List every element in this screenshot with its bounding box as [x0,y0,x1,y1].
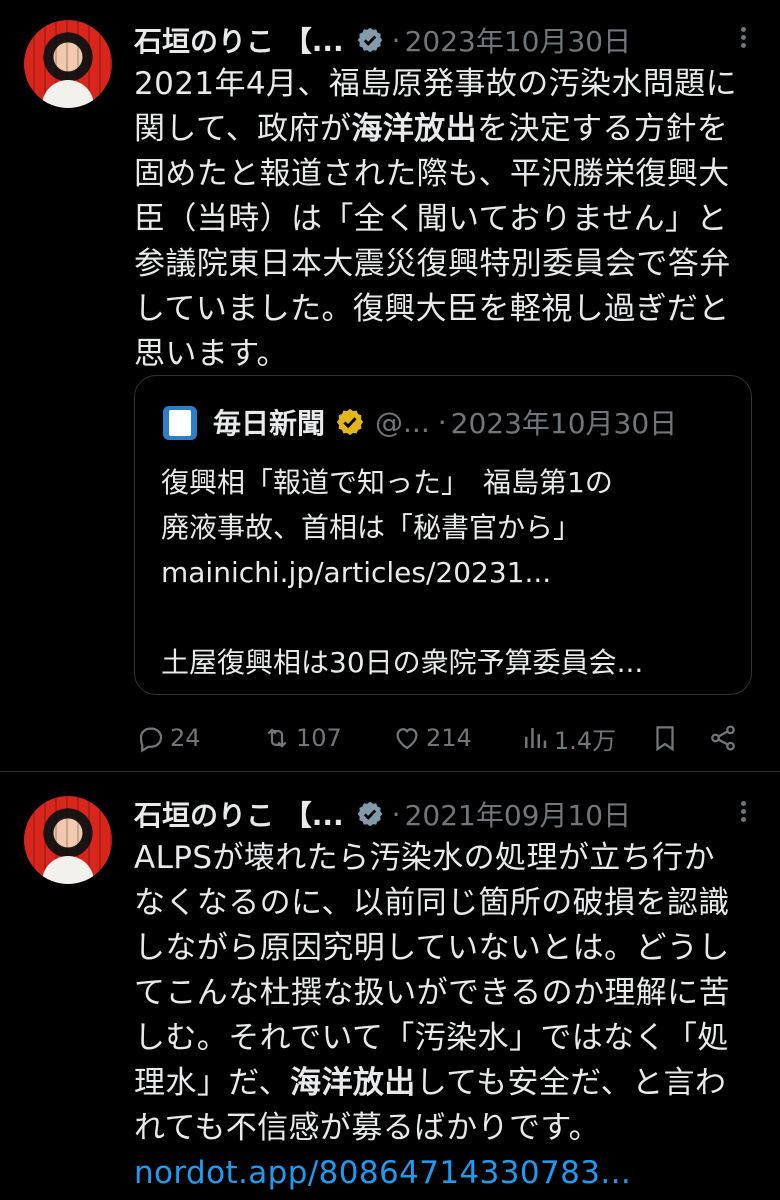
text-line: 臣（当時）は「全く聞いておりません」と [134,201,728,237]
text-line: 参議院東日本大震災復興特別委員会で答弁 [134,246,731,282]
quote-link-text: mainichi.jp/articles/20231... [161,556,552,589]
verified-badge-icon [357,27,382,53]
repost-button[interactable]: 107 [262,720,342,756]
more-options-icon[interactable] [728,24,758,54]
highlight-keyword: 海洋放出 [351,111,477,147]
repost-icon [267,728,287,748]
like-button[interactable]: 214 [392,720,472,756]
reply-icon [139,727,163,753]
tweet-text: 2021年4月、福島原発事故の汚染水問題に 関して、政府が海洋放出を決定する方針… [134,62,754,377]
views-chart-icon [525,728,547,748]
tweet-1[interactable]: 石垣のりこ 【... · 2023年10月30日 2021年4月、福島原発事故の… [0,0,780,772]
text-line: 関して、政府が海洋放出を決定する方針を [134,111,729,147]
quote-source-name: 毎日新聞 [213,407,326,440]
author-name[interactable]: 石垣のりこ 【... [134,794,344,834]
author-avatar[interactable] [24,20,112,108]
share-icon [711,725,735,751]
text-line: てこんな杜撰な扱いができるのか理解に苦 [134,975,730,1011]
bookmark-icon [656,726,674,752]
quote-handle: @... [375,405,430,439]
quoted-tweet-card[interactable]: 毎日新聞 @... · 2023年10月30日 復興相「報道で知った」 福島第1… [134,375,752,695]
text-line: 固めたと報道された際も、平沢勝栄復興大 [134,156,730,192]
heart-icon [396,728,418,750]
view-count: 1.4万 [554,726,617,755]
author-avatar[interactable] [24,796,112,884]
reply-button[interactable]: 24 [136,720,201,756]
action-bar: 24 107 214 1.4万 [136,720,746,756]
text-line: なくなるのに、以前同じ箇所の破損を認識 [134,885,730,921]
mainichi-logo-icon [163,406,197,440]
bookmark-button[interactable] [650,720,680,756]
tweet-2[interactable]: 石垣のりこ 【... · 2021年09月10日 ALPSが壊れたら汚染水の処理… [0,772,780,1200]
text-line: 2021年4月、福島原発事故の汚染水問題に [134,66,738,102]
text-line: 理水」だ、海洋放出しても安全だ、と言わ [134,1065,727,1101]
text-line: ALPSが壊れたら汚染水の処理が立ち行か [134,840,715,876]
quote-header: 毎日新聞 @... · 2023年10月30日 [213,400,725,444]
quote-text: 復興相「報道で知った」 福島第1の 廃液事故、首相は「秘書官から」 mainic… [161,460,731,685]
text-line: れても不信感が募るばかりです。 [134,1110,601,1146]
text-line: しむ。それでいて「汚染水」ではなく「処 [134,1020,729,1056]
tweet-text: ALPSが壊れたら汚染水の処理が立ち行か なくなるのに、以前同じ箇所の破損を認識… [134,836,754,1196]
tweet-date[interactable]: 2023年10月30日 [405,20,632,60]
tweet-date[interactable]: 2021年09月10日 [405,794,632,834]
text-line: 復興相「報道で知った」 福島第1の [161,466,613,499]
article-link[interactable]: nordot.app/80864714330783... [134,1151,754,1196]
text-line: しながら原因究明していないとは。どうし [134,930,730,966]
separator-dot: · [391,797,401,831]
tweet-header: 石垣のりこ 【... · 2023年10月30日 [134,18,758,62]
verified-badge-icon [357,801,382,827]
like-count: 214 [426,724,472,752]
share-button[interactable] [708,720,738,756]
text-line: していました。復興大臣を軽視し過ぎだと [134,291,730,327]
views-button[interactable]: 1.4万 [520,720,616,756]
separator-dot: · [437,405,447,439]
text-line: 思います。 [134,336,288,372]
repost-count: 107 [296,724,342,752]
more-options-icon[interactable] [728,798,758,828]
tweet-header: 石垣のりこ 【... · 2021年09月10日 [134,792,758,836]
text-line: 土屋復興相は30日の衆院予算委員会... [161,646,644,679]
author-name[interactable]: 石垣のりこ 【... [134,20,344,60]
verified-gold-badge-icon [336,408,364,436]
text-line: 廃液事故、首相は「秘書官から」 [161,511,582,544]
text-line [161,595,731,640]
highlight-keyword: 海洋放出 [290,1065,416,1101]
separator-dot: · [391,23,401,57]
reply-count: 24 [170,724,201,752]
quote-date: 2023年10月30日 [450,407,678,440]
